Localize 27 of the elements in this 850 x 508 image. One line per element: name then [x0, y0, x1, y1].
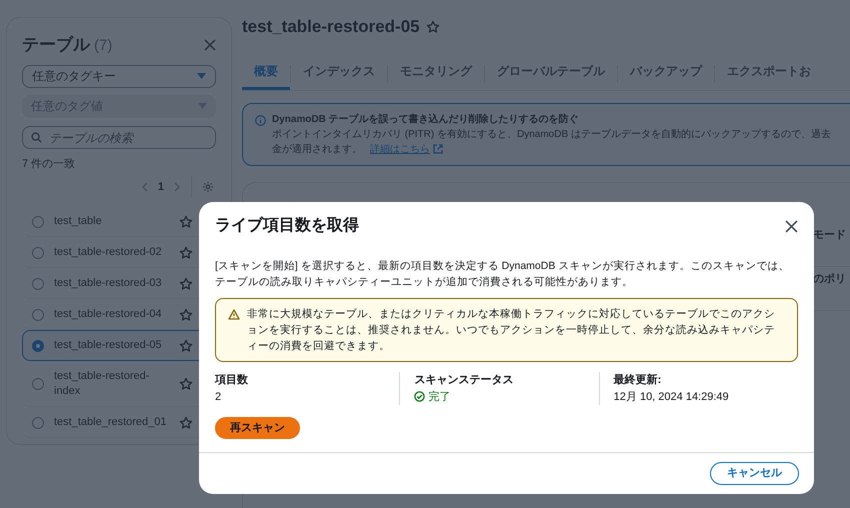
sidebar-title: テーブル	[22, 34, 90, 56]
table-name: test_table_restored_01	[54, 415, 168, 430]
table-name: test_table-restored-04	[54, 307, 163, 322]
table-name: test_table-restored-index	[54, 369, 150, 399]
success-icon	[414, 391, 426, 402]
stat-value: 2	[215, 390, 222, 404]
stat-label: スキャンステータス	[414, 373, 514, 388]
alert-text: 金が適用されます。	[272, 142, 362, 156]
table-name: test_table-restored-02	[54, 245, 163, 260]
match-count: 7 件の一致	[22, 156, 76, 172]
close-icon[interactable]	[785, 220, 798, 232]
status-indicator: 完了	[414, 388, 450, 405]
rescan-button[interactable]: 再スキャン	[215, 417, 300, 439]
cancel-button[interactable]: キャンセル	[710, 462, 799, 485]
table-name: test_table	[54, 214, 103, 229]
warning-text: 非常に大規模なテーブル、またはクリティカルな本稼働トラフィックに対応しているテーブルでこのアクションを実行することは、推奨されません。いつでもアクションを一時停止して、余分な読み込みキャパシティーの消費を回避できます。	[247, 307, 776, 354]
modal-title: ライブ項目数を取得	[215, 215, 359, 236]
warning-icon	[228, 309, 240, 320]
stat-label: 項目数	[215, 373, 248, 388]
modal-description: [スキャンを開始] を選択すると、最新の項目数を決定する DynamoDB スキャンが実行されます。このスキャンでは、テーブルの読み取りキャパシティーユニットが追加で消費される可能性があります。	[215, 259, 790, 290]
table-name: test_table-restored-05	[54, 338, 163, 353]
page-title: test_table-restored-05	[242, 16, 420, 38]
alert-title: DynamoDB テーブルを誤って書き込んだり削除したりするのを防ぐ	[272, 112, 579, 126]
stat-value: 12月 10, 2024 14:29:49	[614, 390, 729, 404]
alert-text: ポイントインタイムリカバリ (PITR) を有効にすると、DynamoDB はテーブルデータを自動的にバックアップするので、過去	[272, 128, 831, 142]
stat-label: 最終更新:	[614, 372, 662, 388]
table-name: test_table-restored-03	[54, 276, 163, 291]
